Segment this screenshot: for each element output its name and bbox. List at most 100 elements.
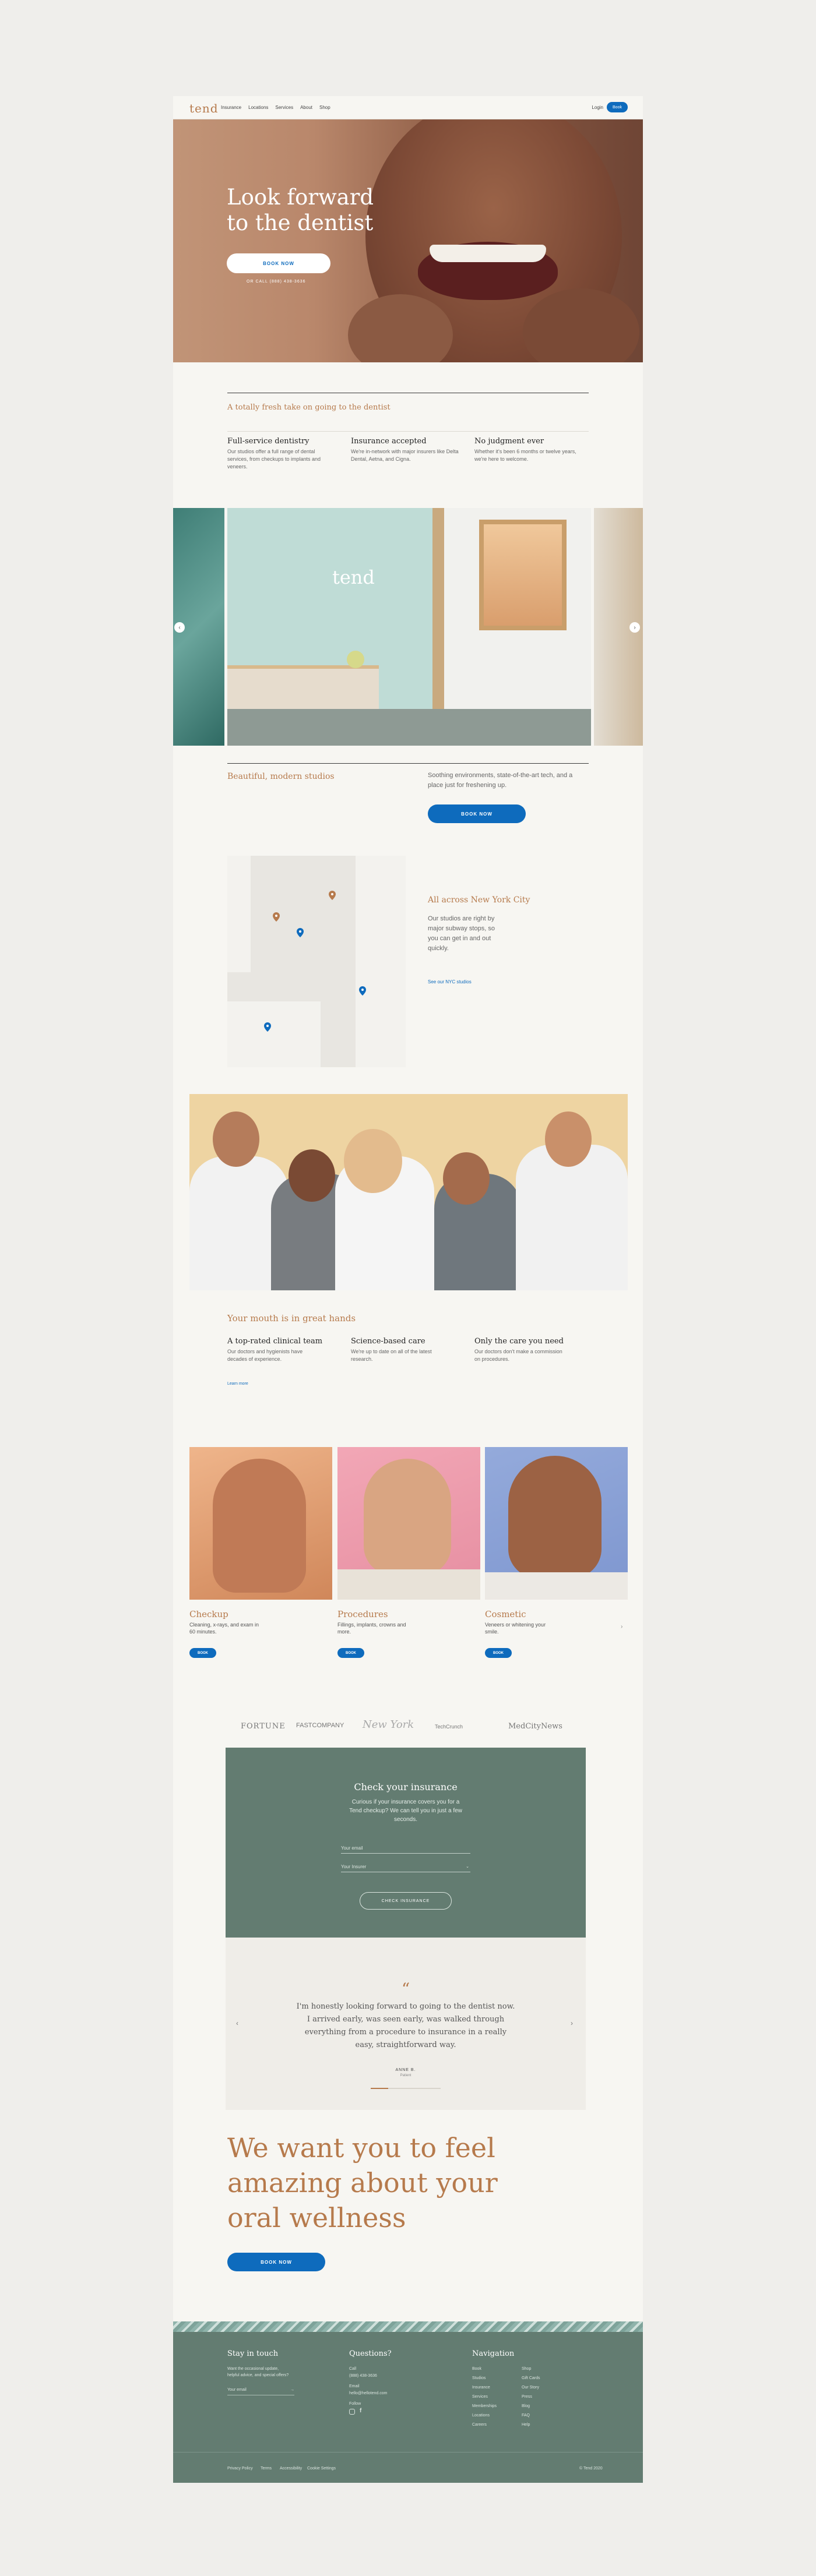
team-learn-more-link[interactable]: Learn more	[227, 1382, 248, 1386]
testimonial-progress	[371, 2088, 441, 2089]
gallery-prev-button[interactable]: ‹	[174, 622, 185, 633]
nav-link-insurance[interactable]: Insurance	[221, 105, 241, 110]
testimonial-progress-fill	[371, 2088, 388, 2089]
terms-link[interactable]: Terms	[261, 2466, 272, 2471]
fresh-title: A totally fresh take on going to the den…	[227, 403, 391, 412]
wood-shelf	[432, 508, 444, 709]
footer-nav-link[interactable]: Help	[522, 2422, 530, 2428]
footer-nav-link[interactable]: Book	[472, 2366, 481, 2372]
nav-book-button[interactable]: Book	[607, 102, 628, 112]
footer-nav-link[interactable]: Careers	[472, 2422, 487, 2428]
cosmetic-image	[485, 1447, 628, 1600]
procedures-image	[337, 1447, 480, 1600]
studios-book-button[interactable]: BOOK NOW	[428, 804, 526, 823]
nav-link-about[interactable]: About	[300, 105, 312, 110]
insurance-email-field[interactable]: Your email	[341, 1842, 470, 1854]
gallery-next-button[interactable]: ›	[629, 622, 640, 633]
studio-gallery: tend ‹ ›	[173, 508, 643, 746]
nav-links: Insurance Locations Services About Shop	[221, 105, 330, 110]
footer-nav-link[interactable]: Memberships	[472, 2403, 497, 2409]
hero-book-button[interactable]: BOOK NOW	[227, 253, 330, 273]
cosmetic-image-shirt	[485, 1572, 628, 1600]
footer: Stay in touch Want the occasional update…	[173, 2321, 643, 2483]
map-pin-icon[interactable]	[273, 912, 280, 922]
login-link[interactable]: Login	[592, 105, 603, 110]
quote-icon: “	[401, 1979, 410, 1999]
service-text: Fillings, implants, crowns and more.	[337, 1622, 406, 1635]
studios-text: Soothing environments, state-of-the-art …	[428, 772, 573, 789]
footer-nav-link[interactable]: FAQ	[522, 2412, 530, 2419]
press-logo-fortune: FORTUNE	[241, 1722, 286, 1731]
harbor	[227, 1001, 321, 1067]
press-logo-techcrunch: TechCrunch	[435, 1724, 463, 1730]
services-next-button[interactable]: ›	[621, 1624, 622, 1630]
cookie-settings-link[interactable]: Cookie Settings	[307, 2466, 336, 2471]
insurer-select-placeholder: Your Insurer	[341, 1864, 367, 1869]
footer-email[interactable]: hello@hellotend.com	[349, 2390, 387, 2397]
cosmetic-book-button[interactable]: BOOK	[485, 1648, 512, 1658]
divider	[227, 431, 589, 432]
portrait-art	[484, 524, 562, 626]
nav-link-locations[interactable]: Locations	[248, 105, 268, 110]
footer-phone[interactable]: (888) 438-3636	[349, 2373, 377, 2379]
nav-link-shop[interactable]: Shop	[319, 105, 330, 110]
map-pin-icon[interactable]	[297, 928, 304, 937]
arrow-right-icon[interactable]: →	[290, 2387, 294, 2393]
locations-link[interactable]: See our NYC studios	[428, 979, 472, 984]
service-title: Cosmetic	[485, 1609, 526, 1619]
team-member	[516, 1145, 628, 1290]
footer-nav-link[interactable]: Shop	[522, 2366, 531, 2372]
flowers	[347, 651, 364, 668]
footer-nav-link[interactable]: Locations	[472, 2412, 490, 2419]
footer-nav-link[interactable]: Insurance	[472, 2384, 490, 2391]
procedures-book-button[interactable]: BOOK	[337, 1648, 364, 1658]
testimonial-author-role: Patient	[400, 2074, 411, 2077]
service-text: Veneers or whitening your smile.	[485, 1622, 546, 1635]
insurance-text: Curious if your insurance covers you for…	[349, 1799, 462, 1823]
footer-nav-link[interactable]: Press	[522, 2394, 532, 2400]
procedures-image-face	[364, 1459, 451, 1575]
nyc-map[interactable]	[227, 856, 406, 1067]
checkup-book-button[interactable]: BOOK	[189, 1648, 216, 1658]
instagram-icon[interactable]	[349, 2409, 355, 2415]
hero-photo-teeth	[430, 245, 546, 262]
footer-bottom-bar: Privacy Policy Terms Accessibility Cooki…	[173, 2452, 643, 2483]
checkup-image-face	[213, 1459, 306, 1593]
insurance-insurer-select[interactable]: Your Insurer ⌄	[341, 1861, 470, 1872]
feature-text: Whether it's been 6 months or twelve yea…	[474, 449, 576, 462]
closing-book-button[interactable]: BOOK NOW	[227, 2253, 325, 2271]
footer-nav-link[interactable]: Services	[472, 2394, 488, 2400]
testimonial-next-button[interactable]: ›	[571, 2019, 573, 2027]
footer-nav-link[interactable]: Blog	[522, 2403, 530, 2409]
logo[interactable]: tend	[189, 101, 219, 115]
map-pin-icon[interactable]	[264, 1022, 271, 1032]
press-logo-fastcompany: FASTCOMPANY	[296, 1722, 344, 1729]
footer-nav-link[interactable]: Studios	[472, 2375, 486, 2381]
team-title: Your mouth is in great hands	[227, 1313, 356, 1324]
feature-title: Full-service dentistry	[227, 437, 309, 446]
insurance-check: Check your insurance Curious if your ins…	[226, 1748, 586, 1938]
footer-stay-text: Want the occasional update, helpful advi…	[227, 2367, 289, 2377]
team-member-head	[344, 1129, 402, 1193]
hero-call-link[interactable]: OR CALL (888) 438-3636	[247, 280, 306, 284]
privacy-link[interactable]: Privacy Policy	[227, 2466, 253, 2471]
team-member-head	[443, 1152, 490, 1205]
footer-nav-link[interactable]: Our Story	[522, 2384, 539, 2391]
studio-sign: tend	[332, 566, 375, 588]
footer-stay-title: Stay in touch	[227, 2349, 279, 2358]
map-pin-icon[interactable]	[359, 986, 366, 996]
testimonial: “ I'm honestly looking forward to going …	[226, 1938, 586, 2110]
service-title: Procedures	[337, 1609, 388, 1619]
accessibility-link[interactable]: Accessibility	[280, 2466, 302, 2471]
check-insurance-button[interactable]: CHECK INSURANCE	[360, 1892, 452, 1910]
service-text: Cleaning, x-rays, and exam in 60 minutes…	[189, 1622, 259, 1635]
footer-nav-link[interactable]: Gift Cards	[522, 2375, 540, 2381]
footer-email-field[interactable]: Your email →	[227, 2387, 294, 2395]
nav-link-services[interactable]: Services	[275, 105, 293, 110]
testimonial-prev-button[interactable]: ‹	[236, 2019, 238, 2027]
checkup-image	[189, 1447, 332, 1600]
map-pin-icon[interactable]	[329, 891, 336, 900]
facebook-icon[interactable]: f	[360, 2408, 361, 2414]
terrazzo-floor	[227, 709, 591, 746]
press-logo-medcitynews: MedCityNews	[508, 1722, 562, 1731]
